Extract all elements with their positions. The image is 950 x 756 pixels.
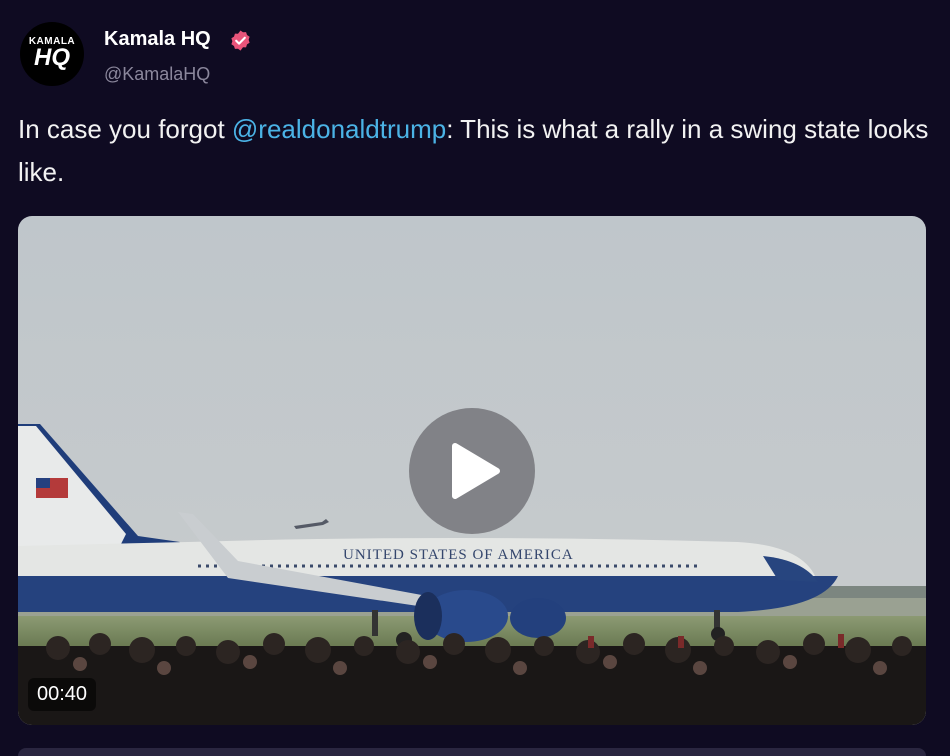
- tweet-text: In case you forgot @realdonaldtrump: Thi…: [18, 108, 938, 194]
- verified-badge-icon: [231, 30, 250, 51]
- avatar[interactable]: KAMALA HQ: [20, 22, 84, 86]
- mention-link[interactable]: @realdonaldtrump: [232, 114, 446, 144]
- author-handle[interactable]: @KamalaHQ: [104, 64, 210, 85]
- author-name[interactable]: Kamala HQ: [104, 28, 211, 51]
- play-icon: [452, 443, 500, 499]
- video-player[interactable]: UNITED STATES OF AMERICA 00:40: [18, 216, 926, 725]
- aircraft-lettering: UNITED STATES OF AMERICA: [343, 547, 574, 563]
- tweet-text-start: In case you forgot: [18, 114, 232, 144]
- play-button[interactable]: [409, 408, 535, 534]
- next-item-edge: [18, 748, 926, 756]
- avatar-text-bottom: HQ: [34, 44, 70, 71]
- video-duration: 00:40: [28, 678, 97, 711]
